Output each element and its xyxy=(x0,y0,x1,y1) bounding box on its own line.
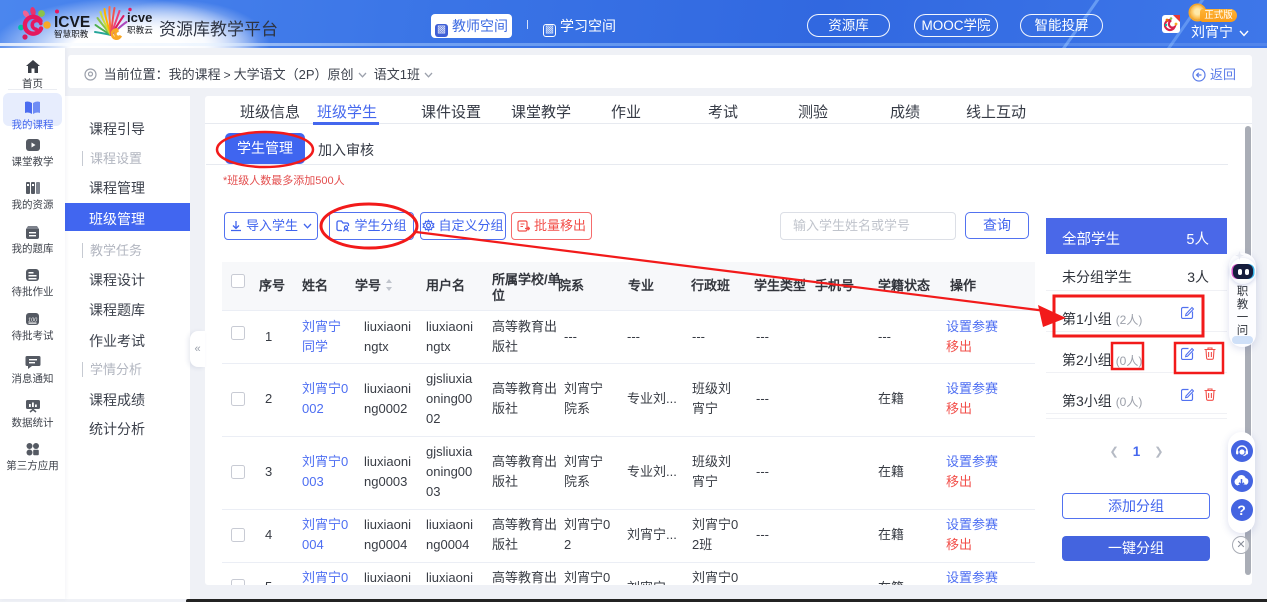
svg-text:职教云: 职教云 xyxy=(127,24,153,35)
svg-text:icve: icve xyxy=(127,10,152,25)
svg-text:智慧职教: 智慧职教 xyxy=(54,28,89,39)
